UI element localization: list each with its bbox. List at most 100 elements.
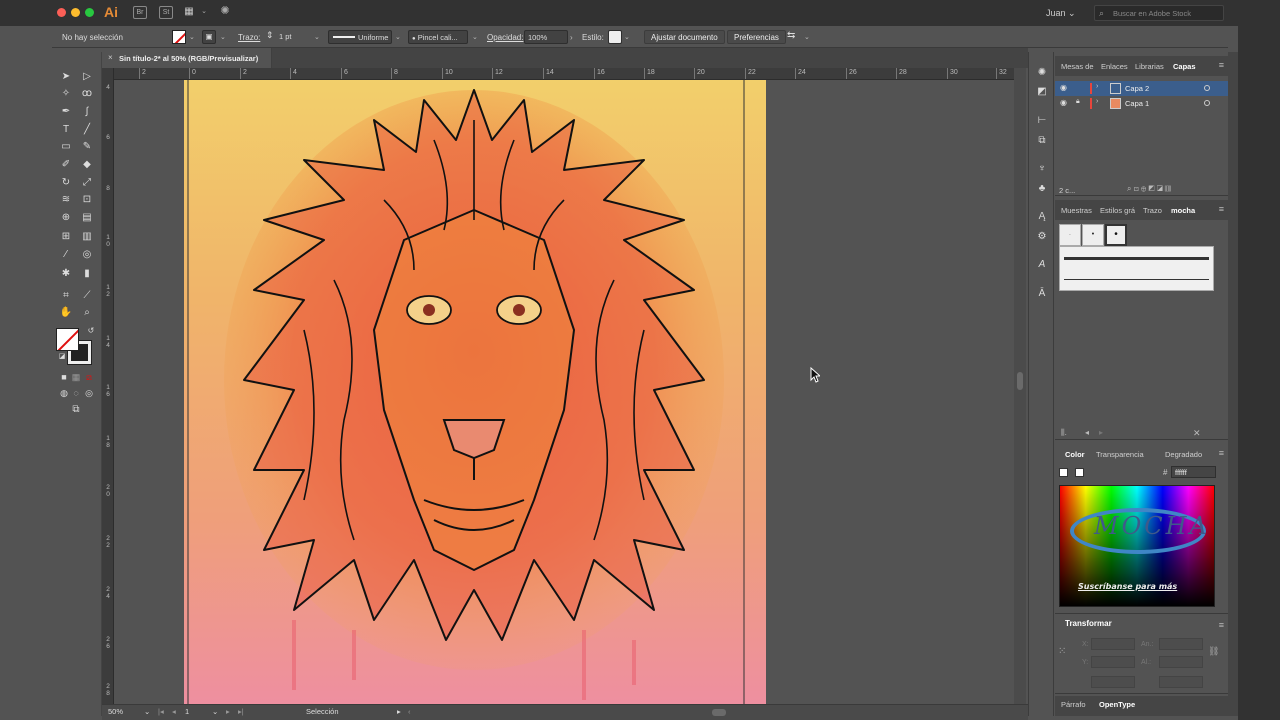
rectangle-tool-icon[interactable]: ▭ xyxy=(58,140,74,154)
mesh-tool-icon[interactable]: ⊞ xyxy=(58,230,74,244)
shear-input[interactable] xyxy=(1159,676,1203,688)
horizontal-scroll-thumb[interactable] xyxy=(712,709,726,716)
preferences-button[interactable]: Preferencias xyxy=(727,30,786,44)
shaper-tool-icon[interactable]: ✐ xyxy=(58,158,74,172)
tab-stroke[interactable]: Trazo xyxy=(1143,206,1162,215)
chevron-right-icon[interactable]: ▸ xyxy=(397,707,401,719)
width-tool-icon[interactable]: ≋ xyxy=(58,193,74,207)
minimize-window-button[interactable] xyxy=(71,8,80,17)
fill-swatch[interactable] xyxy=(172,30,186,44)
puppet-icon[interactable]: ♆ xyxy=(1035,162,1049,176)
vertical-ruler[interactable]: 4 6 8 1 0 1 2 1 4 1 6 1 8 2 0 2 2 2 4 2 … xyxy=(102,68,114,704)
lion-artwork[interactable] xyxy=(184,80,766,704)
artboard-number-field[interactable]: 1 xyxy=(185,707,189,719)
hex-input[interactable]: ffffff xyxy=(1171,466,1216,478)
tab-opentype[interactable]: OpenType xyxy=(1099,700,1135,709)
curvature-tool-icon[interactable]: ∫ xyxy=(79,105,95,119)
pen-tool-icon[interactable]: ✒ xyxy=(58,105,74,119)
arrange-icon[interactable]: ⇆ xyxy=(787,30,795,41)
brush-swatch-selected[interactable]: • xyxy=(1105,224,1127,246)
free-transform-icon[interactable]: ⊡ xyxy=(79,193,95,207)
opacity-field[interactable]: 100% xyxy=(524,30,568,44)
close-window-button[interactable] xyxy=(57,8,66,17)
chevron-down-icon[interactable]: ⌄ xyxy=(220,33,226,41)
stock-button[interactable]: St xyxy=(159,6,173,19)
chevron-down-icon[interactable]: ⌄ xyxy=(624,33,630,41)
reference-point-icon[interactable]: ⁙ xyxy=(1058,646,1066,657)
x-input[interactable] xyxy=(1091,638,1135,650)
perspective-grid-icon[interactable]: ▤ xyxy=(79,211,95,225)
chevron-down-icon[interactable]: ⌄ xyxy=(314,33,320,41)
target-icon[interactable] xyxy=(1204,100,1210,106)
tab-libraries[interactable]: Librarias xyxy=(1135,62,1164,71)
appearance-icon[interactable]: ✺ xyxy=(1035,66,1049,80)
expand-arrow-icon[interactable]: › xyxy=(1096,83,1098,90)
symbol-sprayer-icon[interactable]: ✱ xyxy=(58,267,74,281)
chevron-left-icon[interactable]: ‹ xyxy=(408,707,411,719)
character-styles-icon[interactable]: Ą xyxy=(1035,210,1049,224)
none-mode-icon[interactable]: ⧄ xyxy=(81,370,97,384)
gpu-performance-icon[interactable]: ✺ xyxy=(218,6,232,19)
lasso-icon[interactable]: ꝏ xyxy=(79,87,95,101)
brush-strokes-list[interactable] xyxy=(1059,246,1214,291)
brush-swatch[interactable]: • xyxy=(1082,224,1104,246)
rotate-tool-icon[interactable]: ↻ xyxy=(58,176,74,190)
brush-definition[interactable]: ● Pincel cali... xyxy=(408,30,468,44)
panel-menu-icon[interactable]: ≡ xyxy=(1219,620,1224,630)
selection-tool-icon[interactable]: ➤ xyxy=(58,70,74,84)
artboard[interactable] xyxy=(184,80,766,704)
fill-color-box[interactable] xyxy=(56,328,79,351)
bridge-button[interactable]: Br xyxy=(133,6,147,19)
stroke-label[interactable]: Trazo: xyxy=(238,33,260,42)
magic-wand-icon[interactable]: ✧ xyxy=(58,87,74,101)
direct-selection-tool-icon[interactable]: ▷ xyxy=(79,70,95,84)
opacity-label[interactable]: Opacidad: xyxy=(487,33,523,42)
target-icon[interactable] xyxy=(1204,85,1210,91)
layer-row[interactable]: ◉ › Capa 2 xyxy=(1055,81,1228,96)
chevron-down-icon[interactable]: ⌄ xyxy=(472,33,478,41)
zoom-tool-icon[interactable]: ⌕ xyxy=(79,306,95,320)
tab-graphic-styles[interactable]: Estilos grá xyxy=(1100,206,1135,215)
canvas[interactable] xyxy=(114,80,1014,704)
blend-tool-icon[interactable]: ◎ xyxy=(79,248,95,262)
height-input[interactable] xyxy=(1159,656,1203,668)
stroke-swatch[interactable]: ▣ xyxy=(202,30,216,44)
chevron-right-icon[interactable]: › xyxy=(570,33,573,42)
document-tab[interactable]: × Sin título-2* al 50% (RGB/Previsualiza… xyxy=(102,48,272,68)
graphic-styles-icon[interactable]: ◩ xyxy=(1035,85,1049,99)
graphic-style-swatch[interactable] xyxy=(608,30,622,44)
last-artboard-icon[interactable]: ▸| xyxy=(238,707,244,719)
gradient-tool-icon[interactable]: ▥ xyxy=(79,230,95,244)
chevron-down-icon[interactable]: ⌄ xyxy=(189,33,195,41)
color-spectrum[interactable]: MOCHA Suscríbanse para más xyxy=(1059,485,1215,607)
close-tab-icon[interactable]: × xyxy=(108,53,113,62)
paragraph-styles-icon[interactable]: ⚙ xyxy=(1035,230,1049,244)
scale-tool-icon[interactable]: ⤢ xyxy=(79,176,95,190)
chevron-left-icon[interactable]: ◂ xyxy=(1085,428,1089,437)
panel-scrollbar[interactable] xyxy=(1228,52,1238,716)
stepper-icon[interactable]: ⇕ xyxy=(266,30,274,41)
align-icon[interactable]: ⊢ xyxy=(1035,114,1049,128)
brush-library-icon[interactable]: ⫼. xyxy=(1061,428,1067,438)
brush-swatch[interactable]: · xyxy=(1059,224,1081,246)
type-tool-icon[interactable]: T xyxy=(58,123,74,137)
graph-tool-icon[interactable]: ▮ xyxy=(79,267,95,281)
artboard-tool-icon[interactable]: ⌗ xyxy=(58,289,74,303)
character-icon[interactable]: Ā xyxy=(1035,287,1049,301)
default-colors-icon[interactable]: ◪ xyxy=(54,350,70,364)
visibility-icon[interactable]: ◉ xyxy=(1060,83,1067,92)
scroll-thumb[interactable] xyxy=(1017,372,1023,390)
panel-menu-icon[interactable]: ≡ xyxy=(1219,448,1224,458)
chevron-down-icon[interactable]: ⌄ xyxy=(804,33,810,41)
zoom-field[interactable]: 50% xyxy=(108,707,123,719)
layer-actions[interactable]: ⌕ ⊡ ⊕ ◩ ◪ ▥ xyxy=(1127,184,1171,194)
chevron-down-icon[interactable]: ⌄ xyxy=(395,33,401,41)
symbols-icon[interactable]: ♣ xyxy=(1035,182,1049,196)
rotate-input[interactable] xyxy=(1091,676,1135,688)
visibility-icon[interactable]: ◉ xyxy=(1060,98,1067,107)
panel-menu-icon[interactable]: ≡ xyxy=(1219,60,1224,70)
user-menu[interactable]: Juan ⌄ xyxy=(1046,8,1076,19)
stroke-indicator[interactable] xyxy=(1075,468,1084,477)
eraser-tool-icon[interactable]: ◆ xyxy=(79,158,95,172)
tab-color[interactable]: Color xyxy=(1065,450,1085,459)
